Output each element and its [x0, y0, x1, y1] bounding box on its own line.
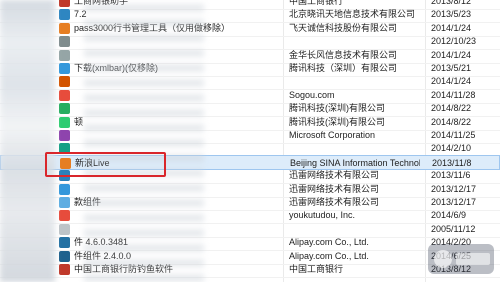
program-publisher: [289, 223, 419, 236]
program-publisher: 腾讯科技(深圳)有限公司: [289, 103, 385, 114]
program-publisher: 飞天诚信科技股份有限公司: [289, 22, 398, 33]
program-icon: [59, 183, 70, 195]
program-icon: [59, 63, 70, 74]
highlight-annotation: [45, 152, 166, 177]
program-install-date: 2014/1/24: [431, 76, 472, 87]
watermark-text: [456, 253, 490, 265]
program-install-date: 2013/11/6: [431, 170, 471, 181]
program-install-date: 2014/1/24: [431, 22, 472, 33]
program-install-date: 2005/11/12: [431, 223, 476, 234]
program-install-date: 2014/8/22: [431, 116, 472, 127]
program-install-date: 2014/8/22: [431, 103, 472, 114]
program-publisher: 北京晓讯天地信息技术有限公司: [289, 9, 416, 20]
program-icon: [59, 103, 70, 115]
blurred-region: [0, 0, 55, 282]
program-publisher: Alipay.com Co., Ltd.: [289, 250, 369, 261]
program-icon: [59, 36, 70, 48]
program-icon: [59, 89, 70, 101]
program-install-date: 2013/12/17: [431, 183, 477, 194]
program-install-date: 2014/2/10: [431, 143, 472, 154]
program-publisher: 中国工商银行: [289, 264, 344, 274]
program-publisher: 迅雷网络技术有限公司: [289, 170, 380, 181]
program-icon: [59, 130, 70, 141]
program-install-date: 2013/12/17: [431, 197, 477, 207]
program-icon: [59, 210, 70, 222]
program-icon: [59, 116, 70, 128]
program-install-date: 2013/5/23: [431, 9, 472, 20]
program-icon: [59, 22, 70, 34]
blurred-region: [84, 0, 204, 282]
program-publisher: 腾讯科技（深圳）有限公司: [289, 63, 398, 73]
program-publisher: 迅雷网络技术有限公司: [289, 183, 380, 194]
program-icon: [59, 197, 70, 208]
program-publisher: 迅雷网络技术有限公司: [289, 197, 380, 207]
program-publisher: youkutudou, Inc.: [289, 210, 356, 221]
program-install-date: 2014/6/9: [431, 210, 467, 221]
program-icon: [59, 0, 70, 7]
program-install-date: 2014/11/28: [431, 89, 476, 100]
program-install-date: 2014/11/25: [431, 130, 476, 140]
program-publisher: 腾讯科技(深圳)有限公司: [289, 116, 385, 127]
program-install-date: 2013/5/21: [431, 63, 472, 73]
program-install-date: 2014/1/24: [431, 49, 472, 60]
program-publisher: [289, 142, 419, 155]
watermark-logo: [428, 244, 494, 274]
program-publisher: 金华长风信息技术有限公司: [289, 49, 398, 60]
program-icon: [59, 9, 70, 21]
program-publisher: Alipay.com Co., Ltd.: [289, 237, 369, 248]
program-icon: [59, 250, 70, 262]
program-icon: [59, 49, 70, 61]
program-publisher: Sogou.com: [289, 89, 335, 100]
installed-programs-list: 工商网银助手中国工商银行2013/8/127.2北京晓讯天地信息技术有限公司20…: [0, 0, 500, 282]
program-publisher: Microsoft Corporation: [289, 130, 376, 140]
watermark-icon: [434, 250, 452, 268]
program-publisher: [289, 35, 419, 48]
program-icon: [59, 223, 70, 235]
program-row[interactable]: 中国工商银行防钓鱼软件中国工商银行2013/8/12: [0, 262, 500, 278]
program-icon: [59, 264, 70, 275]
program-install-date: 2012/10/23: [431, 36, 477, 47]
program-icon: [59, 76, 70, 88]
program-icon: [59, 237, 70, 249]
program-publisher: [289, 75, 419, 88]
